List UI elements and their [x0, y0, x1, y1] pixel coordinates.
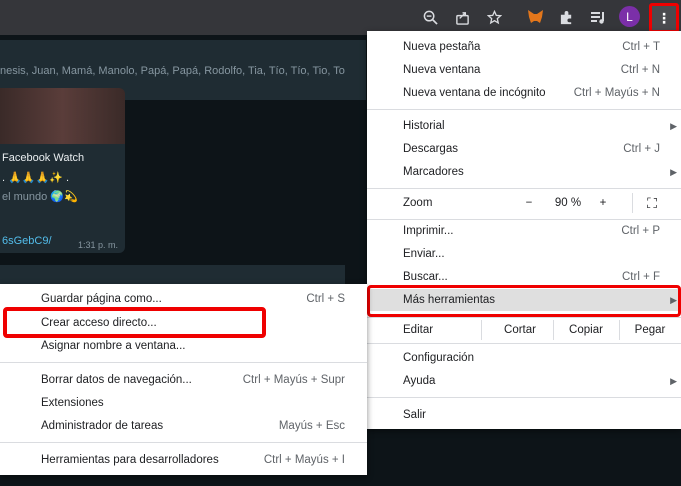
- message-time: 1:31 p. m.: [78, 240, 119, 250]
- menu-shortcut: Ctrl + T: [622, 41, 660, 53]
- menu-item-cast[interactable]: Enviar...: [367, 243, 681, 265]
- cut-button[interactable]: Cortar: [487, 318, 553, 342]
- zoom-value: 90 %: [554, 197, 582, 209]
- submenu-item-dev-tools[interactable]: Herramientas para desarrolladores Ctrl +…: [0, 449, 367, 471]
- menu-divider: [0, 362, 367, 363]
- menu-divider: [367, 188, 681, 189]
- puzzle-icon[interactable]: [555, 6, 577, 28]
- submenu-arrow-icon: ▶: [670, 121, 677, 131]
- more-tools-submenu: Guardar página como... Ctrl + S Crear ac…: [0, 284, 367, 475]
- menu-label: Descargas: [403, 143, 458, 155]
- menu-label: Borrar datos de navegación...: [41, 374, 192, 386]
- chrome-main-menu: Nueva pestaña Ctrl + T Nueva ventana Ctr…: [367, 31, 681, 429]
- paste-button[interactable]: Pegar: [621, 318, 679, 342]
- share-icon[interactable]: [451, 6, 473, 28]
- menu-item-print[interactable]: Imprimir... Ctrl + P: [367, 220, 681, 242]
- menu-item-edit: Editar Cortar Copiar Pegar: [367, 318, 681, 342]
- menu-label: Buscar...: [403, 271, 448, 283]
- menu-divider: [367, 109, 681, 110]
- menu-shortcut: Ctrl + F: [621, 271, 660, 283]
- menu-label: Administrador de tareas: [41, 420, 164, 432]
- bubble-text: el mundo 🌍💫: [2, 191, 78, 203]
- menu-label: Nueva ventana de incógnito: [403, 87, 546, 99]
- edit-divider: [553, 320, 554, 340]
- zoom-divider: [632, 193, 633, 213]
- menu-item-history[interactable]: Historial ▶: [367, 115, 681, 137]
- menu-shortcut: Ctrl + J: [623, 143, 660, 155]
- menu-label: Herramientas para desarrolladores: [41, 454, 219, 466]
- edit-divider: [619, 320, 620, 340]
- submenu-item-task-manager[interactable]: Administrador de tareas Mayús + Esc: [0, 415, 367, 437]
- menu-label: Más herramientas: [403, 294, 496, 306]
- zoom-label: Zoom: [403, 197, 433, 209]
- menu-divider: [0, 442, 367, 443]
- menu-label: Extensiones: [41, 397, 104, 409]
- menu-label: Guardar página como...: [41, 293, 162, 305]
- star-icon[interactable]: [483, 6, 505, 28]
- bubble-emoji: . 🙏🙏🙏✨ .: [2, 172, 70, 184]
- menu-label: Historial: [403, 120, 445, 132]
- menu-item-bookmarks[interactable]: Marcadores ▶: [367, 161, 681, 183]
- menu-label: Nueva pestaña: [403, 41, 481, 53]
- browser-toolbar: L ⋮: [0, 0, 681, 35]
- submenu-arrow-icon: ▶: [670, 295, 677, 305]
- menu-item-settings[interactable]: Configuración: [367, 347, 681, 369]
- menu-item-exit[interactable]: Salir: [367, 404, 681, 426]
- menu-label: Marcadores: [403, 166, 464, 178]
- menu-shortcut: Ctrl + Mayús + I: [263, 454, 345, 466]
- menu-divider: [367, 343, 681, 344]
- edit-divider: [481, 320, 482, 340]
- menu-item-zoom: Zoom − 90 % + ⛶: [367, 191, 681, 215]
- menu-shortcut: Ctrl + N: [620, 64, 660, 76]
- submenu-item-name-window[interactable]: Asignar nombre a ventana...: [0, 335, 367, 357]
- fullscreen-icon[interactable]: ⛶: [639, 191, 665, 215]
- menu-item-downloads[interactable]: Descargas Ctrl + J: [367, 138, 681, 160]
- menu-shortcut: Ctrl + Mayús + N: [573, 87, 660, 99]
- menu-label: Nueva ventana: [403, 64, 481, 76]
- submenu-arrow-icon: ▶: [670, 167, 677, 177]
- submenu-item-clear-data[interactable]: Borrar datos de navegación... Ctrl + May…: [0, 369, 367, 391]
- submenu-arrow-icon: ▶: [670, 376, 677, 386]
- menu-item-help[interactable]: Ayuda ▶: [367, 370, 681, 392]
- message-strip: [0, 265, 345, 285]
- menu-label: Configuración: [403, 352, 474, 364]
- zoom-out-button[interactable]: −: [515, 191, 543, 215]
- avatar[interactable]: L: [619, 6, 640, 27]
- submenu-item-extensions[interactable]: Extensiones: [0, 392, 367, 414]
- menu-shortcut: Ctrl + S: [306, 293, 345, 305]
- media-icon[interactable]: [587, 6, 609, 28]
- message-bubble[interactable]: Facebook Watch . 🙏🙏🙏✨ . el mundo 🌍💫: [0, 88, 125, 253]
- menu-item-find[interactable]: Buscar... Ctrl + F: [367, 266, 681, 288]
- copy-button[interactable]: Copiar: [555, 318, 617, 342]
- participants-list: nesis, Juan, Mamá, Manolo, Papá, Papá, R…: [0, 65, 345, 77]
- message-link[interactable]: 6sGebC9/: [2, 235, 52, 247]
- menu-item-more-tools[interactable]: Más herramientas ▶: [367, 289, 681, 311]
- submenu-item-save-page[interactable]: Guardar página como... Ctrl + S: [0, 288, 367, 310]
- menu-item-new-tab[interactable]: Nueva pestaña Ctrl + T: [367, 36, 681, 58]
- zoom-icon[interactable]: [419, 6, 441, 28]
- submenu-item-create-shortcut[interactable]: Crear acceso directo...: [0, 312, 367, 334]
- menu-label: Imprimir...: [403, 225, 454, 237]
- video-thumbnail[interactable]: [0, 88, 125, 144]
- menu-label: Asignar nombre a ventana...: [41, 340, 186, 352]
- menu-item-incognito[interactable]: Nueva ventana de incógnito Ctrl + Mayús …: [367, 82, 681, 104]
- edit-label: Editar: [403, 324, 434, 336]
- menu-label: Crear acceso directo...: [41, 317, 157, 329]
- menu-divider: [367, 397, 681, 398]
- menu-label: Ayuda: [403, 375, 436, 387]
- menu-shortcut: Ctrl + P: [621, 225, 660, 237]
- menu-item-new-window[interactable]: Nueva ventana Ctrl + N: [367, 59, 681, 81]
- menu-shortcut: Mayús + Esc: [278, 420, 345, 432]
- kebab-menu-icon[interactable]: ⋮: [649, 3, 679, 33]
- zoom-in-button[interactable]: +: [589, 191, 617, 215]
- bubble-title: Facebook Watch: [2, 152, 85, 164]
- metamask-icon[interactable]: [524, 6, 546, 28]
- menu-shortcut: Ctrl + Mayús + Supr: [242, 374, 345, 386]
- menu-label: Salir: [403, 409, 427, 421]
- menu-label: Enviar...: [403, 248, 445, 260]
